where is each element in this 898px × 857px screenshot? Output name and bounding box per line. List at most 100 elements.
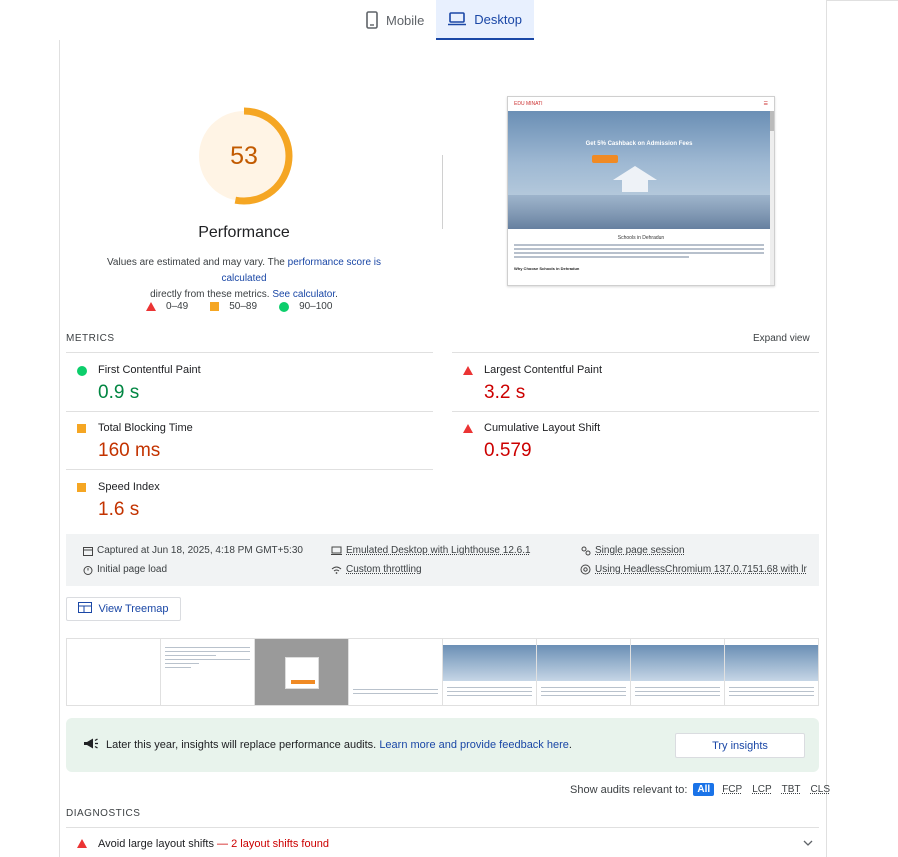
report-top-border [826,0,898,1]
audit-layout-shifts[interactable]: Avoid large layout shifts — 2 layout shi… [66,836,819,854]
filmstrip-frame [631,639,725,705]
menu-icon: ☰ [763,101,768,107]
metric-divider [452,411,819,412]
audit-title: Avoid large layout shifts [98,838,214,850]
audit-filter-label: Show audits relevant to: [570,783,688,796]
pass-circle-icon [77,366,87,376]
frame-hero [537,645,630,681]
tab-desktop-label: Desktop [474,11,522,27]
metric-si-value: 1.6 s [98,499,140,520]
desc-text-2: directly from these metrics. [150,289,273,300]
circle-icon [279,301,290,312]
legend-fail: 0–49 [146,301,188,312]
triangle-icon [146,302,156,311]
metric-tbt-label: Total Blocking Time [98,422,193,434]
metric-si: Speed Index 1.6 s [66,481,433,527]
initial-load-text: Initial page load [97,564,168,575]
fail-triangle-icon [77,839,87,848]
metric-fcp: First Contentful Paint 0.9 s [66,364,433,410]
filmstrip-frame [255,639,349,705]
emulated-device-text[interactable]: Emulated Desktop with Lighthouse 12.6.1 [346,545,531,556]
frame-hero [443,645,536,681]
screenshot-nav: EDU MINATI ☰ [508,97,774,111]
screenshot-hero-button [592,155,618,163]
fail-triangle-icon [463,366,473,375]
megaphone-icon [83,737,99,753]
frame-text-lines [541,687,626,699]
filter-chip-fcp[interactable]: FCP [720,783,744,796]
audit-display-value: — 2 layout shifts found [213,838,329,850]
filmstrip-frame [161,639,255,705]
calendar-icon [82,545,93,556]
final-screenshot[interactable]: EDU MINATI ☰ Get 5% Cashback on Admissio… [507,96,775,286]
legend-average-label: 50–89 [229,301,258,312]
performance-score: 53 [230,141,258,170]
desc-text-3: . [335,289,338,300]
fail-triangle-icon [463,424,473,433]
metric-tbt-value: 160 ms [98,440,161,461]
frame-text-lines [165,647,250,671]
browser-info-text[interactable]: Using HeadlessChromium 137.0.7151.68 wit… [595,564,807,575]
average-square-icon [77,483,86,492]
graduation-cap-base [622,180,648,192]
calculator-link[interactable]: See calculator [272,289,335,300]
emulated-device: Emulated Desktop with Lighthouse 12.6.1 [331,545,531,556]
timer-icon [82,564,93,575]
performance-title: Performance [198,224,290,241]
legend-pass-label: 90–100 [299,301,333,312]
banner-message: Later this year, insights will replace p… [106,739,380,751]
insights-banner: Later this year, insights will replace p… [66,718,819,772]
metric-tbt: Total Blocking Time 160 ms [66,422,433,468]
graduation-cap-icon [613,166,657,180]
average-square-icon [77,424,86,433]
metric-lcp-value: 3.2 s [484,382,526,403]
filter-chip-lcp[interactable]: LCP [750,783,773,796]
diagnostics-heading: DIAGNOSTICS [66,808,141,819]
filter-chip-cls[interactable]: CLS [809,783,832,796]
insights-banner-text: Later this year, insights will replace p… [106,739,572,751]
chrome-icon [580,564,591,575]
frame-text-lines [729,687,814,699]
metric-cls-label: Cumulative Layout Shift [484,422,601,434]
legend-pass: 90–100 [279,301,332,312]
treemap-icon [78,602,93,616]
phone-icon [366,11,378,29]
chevron-down-icon[interactable] [803,838,813,849]
device-tabs: Mobile Desktop [354,0,534,40]
frame-hero [631,645,724,681]
banner-message-end: . [568,739,572,751]
performance-description: Values are estimated and may vary. The p… [84,255,404,303]
view-treemap-label: View Treemap [98,603,169,615]
metrics-heading: METRICS [66,333,115,344]
initial-load: Initial page load [82,564,167,575]
captured-at-text: Captured at Jun 18, 2025, 4:18 PM GMT+5:… [97,545,303,556]
throttling: Custom throttling [331,564,422,575]
metric-si-label: Speed Index [98,481,160,493]
audit-filter: Show audits relevant to: All FCP LCP TBT… [570,783,832,796]
tab-desktop[interactable]: Desktop [436,0,534,40]
metric-divider [66,352,433,353]
filter-chip-tbt[interactable]: TBT [780,783,803,796]
view-treemap-button[interactable]: View Treemap [66,597,181,621]
filmstrip-frame [537,639,631,705]
expand-view-toggle[interactable]: Expand view [753,333,810,344]
tab-mobile[interactable]: Mobile [354,0,436,40]
metric-lcp-label: Largest Contentful Paint [484,364,603,376]
wifi-icon [331,564,342,575]
throttling-text[interactable]: Custom throttling [346,564,422,575]
report-left-border [59,40,60,857]
frame-text-lines [353,689,438,697]
metric-divider [66,469,433,470]
frame-hero [725,645,818,681]
try-insights-button[interactable]: Try insights [675,733,805,758]
captured-at: Captured at Jun 18, 2025, 4:18 PM GMT+5:… [82,545,303,556]
metric-fcp-value: 0.9 s [98,382,140,403]
learn-more-link[interactable]: Learn more and provide feedback here [379,739,569,751]
metric-divider [66,411,433,412]
session-type-text[interactable]: Single page session [595,545,685,556]
browser-info: Using HeadlessChromium 137.0.7151.68 wit… [580,564,807,575]
session-type: Single page session [580,545,685,556]
report-right-border [826,0,827,857]
screenshot-scrollbar [770,111,774,285]
filter-chip-all[interactable]: All [693,783,715,796]
